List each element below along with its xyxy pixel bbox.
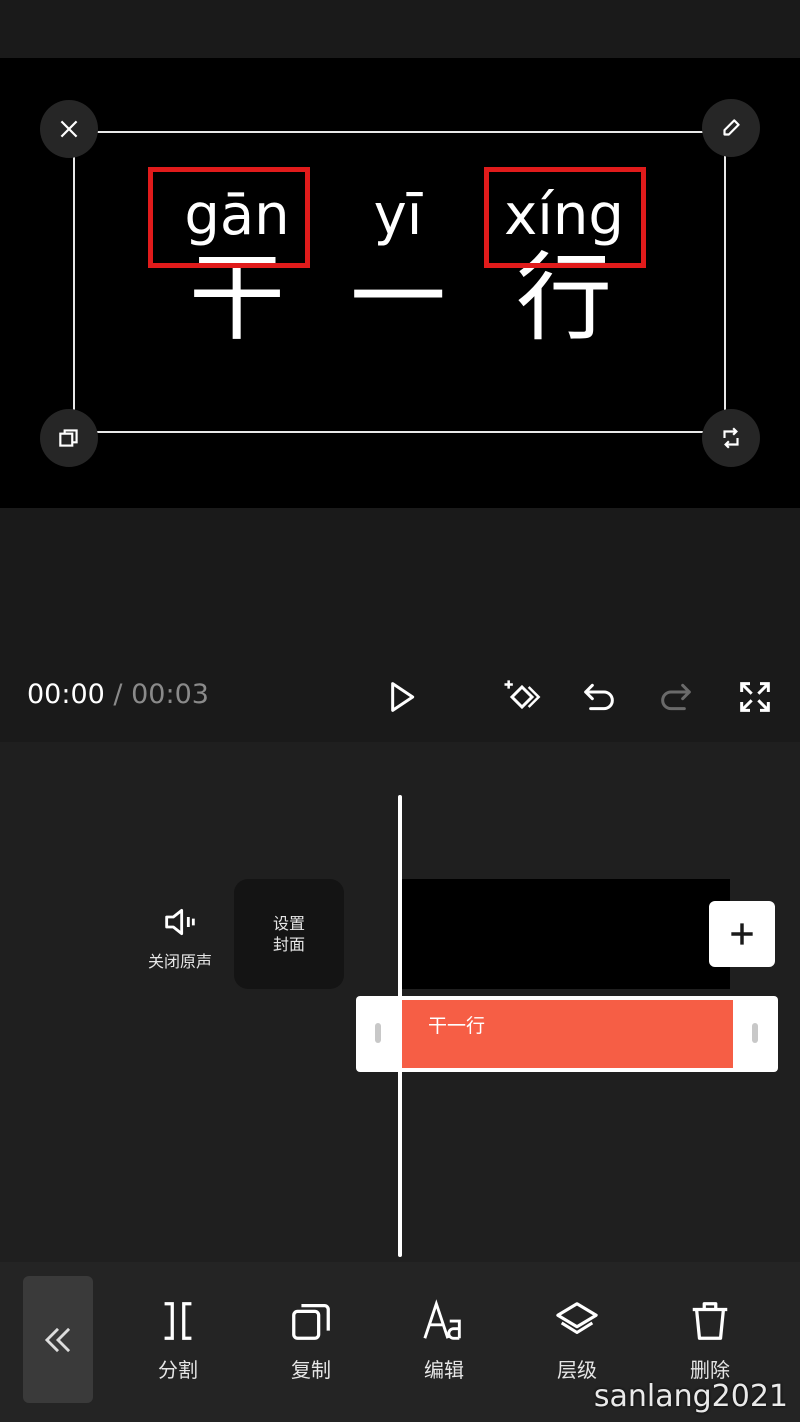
watermark: sanlang2021	[593, 1379, 788, 1414]
split-icon	[164, 1302, 192, 1340]
cover-label: 封面	[272, 935, 305, 954]
duplicate-icon[interactable]	[40, 409, 98, 467]
back-button[interactable]	[23, 1276, 93, 1403]
bottom-toolbar: 分割 复制 编辑 层级 删除 sanlang2021	[0, 1262, 800, 1422]
plus-icon	[731, 923, 753, 945]
split-button[interactable]: 分割	[133, 1298, 223, 1383]
time-separator: /	[113, 679, 123, 710]
timeline[interactable]: 关闭原声 设置 封面 干一行	[0, 742, 800, 1262]
split-label: 分割	[158, 1358, 198, 1382]
highlight-box	[484, 167, 646, 268]
video-preview[interactable]: gān yī xíng 干 一 行	[0, 58, 800, 508]
time-display: 00:00 / 00:03	[27, 679, 209, 710]
double-chevron-left-icon	[44, 1327, 71, 1352]
trim-handle-right[interactable]	[752, 1023, 758, 1043]
pinyin-text: yī	[373, 183, 423, 248]
undo-icon	[584, 683, 614, 711]
play-icon	[391, 682, 415, 712]
fullscreen-button[interactable]	[731, 673, 779, 721]
edit-text-button[interactable]: 编辑	[399, 1298, 489, 1383]
playhead[interactable]	[398, 795, 402, 1257]
text-edit-icon	[423, 1299, 461, 1340]
copy-label: 复制	[291, 1358, 331, 1382]
redo-button[interactable]	[652, 673, 700, 721]
speaker-icon	[165, 908, 195, 936]
redo-icon	[661, 683, 691, 711]
total-time: 00:03	[131, 679, 209, 710]
set-cover-button[interactable]: 设置 封面	[234, 879, 344, 989]
layers-icon	[556, 1302, 598, 1335]
delete-button[interactable]: 删除	[665, 1298, 755, 1383]
keyframe-icon	[504, 680, 541, 710]
player-controls: 00:00 / 00:03	[0, 655, 800, 740]
rotate-scale-icon[interactable]	[702, 409, 760, 467]
top-bar	[0, 0, 800, 58]
play-button[interactable]	[377, 673, 425, 721]
add-clip-button[interactable]	[709, 901, 775, 967]
mute-label: 关闭原声	[147, 952, 212, 971]
add-keyframe-button[interactable]	[498, 673, 546, 721]
text-track-selected[interactable]: 干一行	[356, 996, 778, 1072]
undo-button[interactable]	[575, 673, 623, 721]
copy-button[interactable]: 复制	[266, 1298, 356, 1383]
edit-label: 编辑	[424, 1358, 464, 1382]
text-clip[interactable]: 干一行	[402, 1000, 733, 1068]
current-time: 00:00	[27, 679, 105, 710]
trim-handle-left[interactable]	[375, 1023, 381, 1043]
text-clip-label: 干一行	[428, 1015, 486, 1037]
layers-button[interactable]: 层级	[532, 1298, 622, 1383]
copy-icon	[292, 1304, 330, 1340]
video-clip[interactable]	[400, 879, 730, 989]
cover-label: 设置	[272, 914, 305, 933]
close-icon[interactable]	[40, 100, 98, 158]
trash-icon	[692, 1302, 728, 1340]
mute-original-audio-button[interactable]: 关闭原声	[138, 902, 222, 972]
highlight-box	[148, 167, 310, 268]
hanzi-text: 一	[350, 242, 446, 354]
fullscreen-icon	[740, 682, 770, 712]
edit-pencil-icon[interactable]	[702, 99, 760, 157]
